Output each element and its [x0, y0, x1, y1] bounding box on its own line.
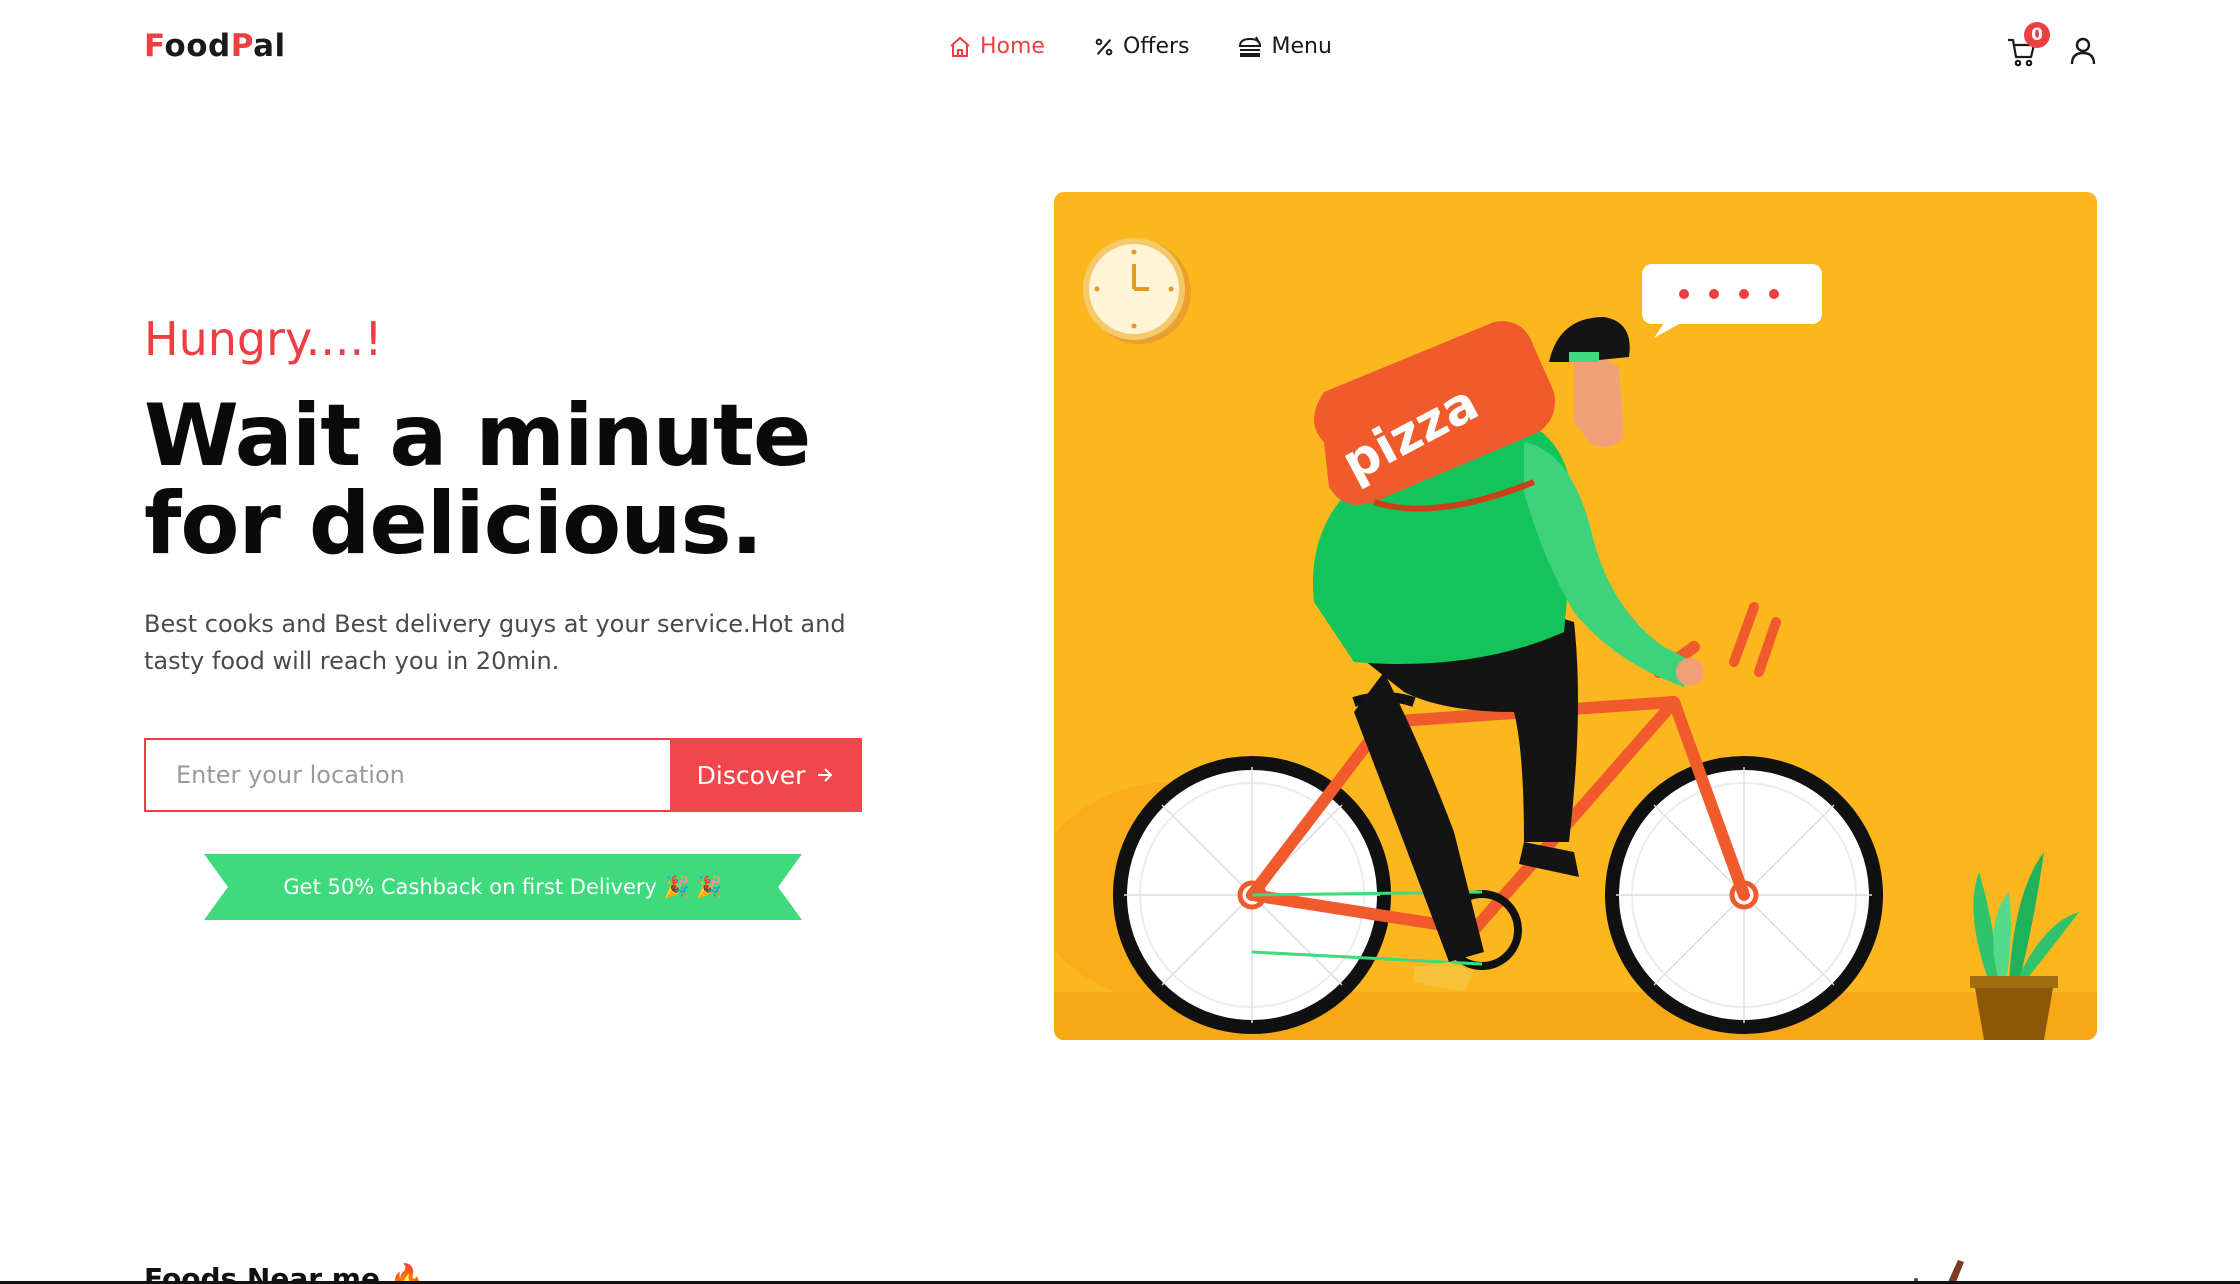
bottle-decoration [1914, 1260, 1964, 1282]
rider-legs [1354, 610, 1579, 992]
nav-offers[interactable]: Offers [1093, 34, 1190, 59]
rider-head [1549, 317, 1630, 447]
burger-icon [1239, 36, 1262, 57]
discover-label: Discover [696, 760, 806, 790]
cart-count-badge: 0 [2024, 22, 2050, 48]
speech-bubble [1642, 264, 1822, 338]
cashback-text: Get 50% Cashback on first Delivery 🎉 🎉 [283, 874, 723, 899]
delivery-scene: pizza [1054, 238, 2097, 1040]
arrow-right-icon [818, 768, 833, 782]
nav-menu-label: Menu [1271, 34, 1332, 59]
nav-home[interactable]: Home [948, 34, 1045, 59]
home-icon [950, 36, 970, 57]
nav-menu[interactable]: Menu [1237, 34, 1332, 59]
percent-icon [1095, 38, 1113, 55]
cashback-ribbon: Get 50% Cashback on first Delivery 🎉 🎉 [204, 854, 802, 920]
cart-button[interactable]: 0 [2006, 22, 2050, 68]
user-account-button[interactable] [2068, 36, 2098, 66]
nav-home-label: Home [980, 34, 1045, 59]
top-navbar: FoodPal Home Offers Menu 0 [0, 0, 2240, 100]
bike-handlebar [1729, 602, 1781, 677]
clock-icon [1083, 238, 1191, 344]
hero-title-line1: Wait a minute [144, 386, 811, 486]
hero-title-line2: for delicious. [144, 474, 763, 574]
discover-button[interactable]: Discover [670, 738, 862, 812]
delivery-illustration: pizza [1054, 192, 2097, 1040]
hero-kicker: Hungry....! [144, 312, 383, 366]
brand-logo[interactable]: FoodPal [144, 28, 286, 64]
location-search: Discover [144, 738, 862, 812]
hero-title: Wait a minute for delicious. [144, 392, 904, 568]
location-input[interactable] [144, 738, 670, 812]
nav-offers-label: Offers [1122, 34, 1190, 59]
hero-subtitle: Best cooks and Best delivery guys at you… [144, 610, 846, 675]
user-icon [2070, 37, 2096, 65]
main-nav: Home Offers Menu [948, 34, 1380, 59]
